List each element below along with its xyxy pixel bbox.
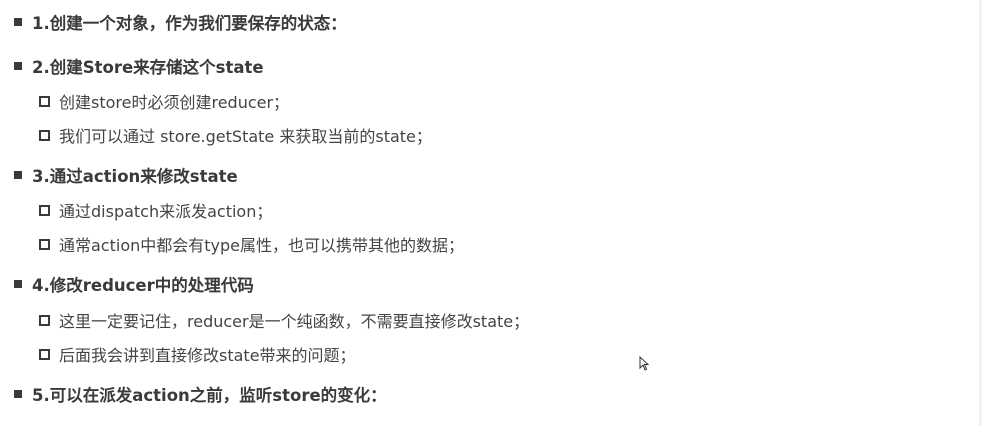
outline-item-4-sub-1-text: 这里一定要记住，reducer是一个纯函数，不需要直接修改state； xyxy=(59,312,530,331)
hollow-square-bullet-icon xyxy=(39,129,50,141)
slide-page: 1.创建一个对象，作为我们要保存的状态： 2.创建Store来存储这个state… xyxy=(0,0,982,426)
outline-item-2-sub-2-text: 我们可以通过 store.getState 来获取当前的state； xyxy=(59,127,432,146)
outline-item-2-sub-1-text: 创建store时必须创建reducer； xyxy=(59,93,290,112)
outline-item-5-text: 5.可以在派发action之前，监听store的变化： xyxy=(32,386,387,405)
hollow-square-bullet-icon xyxy=(39,95,50,107)
outline-item-4: 4.修改reducer中的处理代码 xyxy=(14,272,254,296)
outline-item-2-text: 2.创建Store来存储这个state xyxy=(32,58,264,77)
outline-item-3-sub-1: 通过dispatch来派发action； xyxy=(39,198,272,222)
outline-item-5: 5.可以在派发action之前，监听store的变化： xyxy=(14,382,387,406)
mouse-pointer-icon xyxy=(639,356,649,371)
outline-item-4-sub-2: 后面我会讲到直接修改state带来的问题； xyxy=(39,342,356,366)
outline-item-3-sub-2: 通常action中都会有type属性，也可以携带其他的数据； xyxy=(39,232,464,256)
outline-item-4-sub-2-text: 后面我会讲到直接修改state带来的问题； xyxy=(59,346,356,365)
outline-item-3-text: 3.通过action来修改state xyxy=(32,167,238,186)
hollow-square-bullet-icon xyxy=(39,204,50,216)
filled-square-bullet-icon xyxy=(14,18,22,26)
outline-item-1-text: 1.创建一个对象，作为我们要保存的状态： xyxy=(32,14,347,33)
hollow-square-bullet-icon xyxy=(39,314,50,326)
outline-item-3-sub-1-text: 通过dispatch来派发action； xyxy=(59,202,273,221)
filled-square-bullet-icon xyxy=(14,62,22,70)
outline-item-1: 1.创建一个对象，作为我们要保存的状态： xyxy=(14,10,347,34)
outline-item-4-text: 4.修改reducer中的处理代码 xyxy=(32,276,254,295)
filled-square-bullet-icon xyxy=(14,171,22,179)
outline-item-2: 2.创建Store来存储这个state xyxy=(14,54,264,78)
hollow-square-bullet-icon xyxy=(39,238,50,250)
filled-square-bullet-icon xyxy=(14,390,22,398)
outline-item-2-sub-1: 创建store时必须创建reducer； xyxy=(39,89,289,113)
filled-square-bullet-icon xyxy=(14,280,22,288)
outline-item-4-sub-1: 这里一定要记住，reducer是一个纯函数，不需要直接修改state； xyxy=(39,308,529,332)
outline-item-3: 3.通过action来修改state xyxy=(14,163,238,187)
outline-item-2-sub-2: 我们可以通过 store.getState 来获取当前的state； xyxy=(39,123,432,147)
outline-item-3-sub-2-text: 通常action中都会有type属性，也可以携带其他的数据； xyxy=(59,236,464,255)
hollow-square-bullet-icon xyxy=(39,348,50,360)
